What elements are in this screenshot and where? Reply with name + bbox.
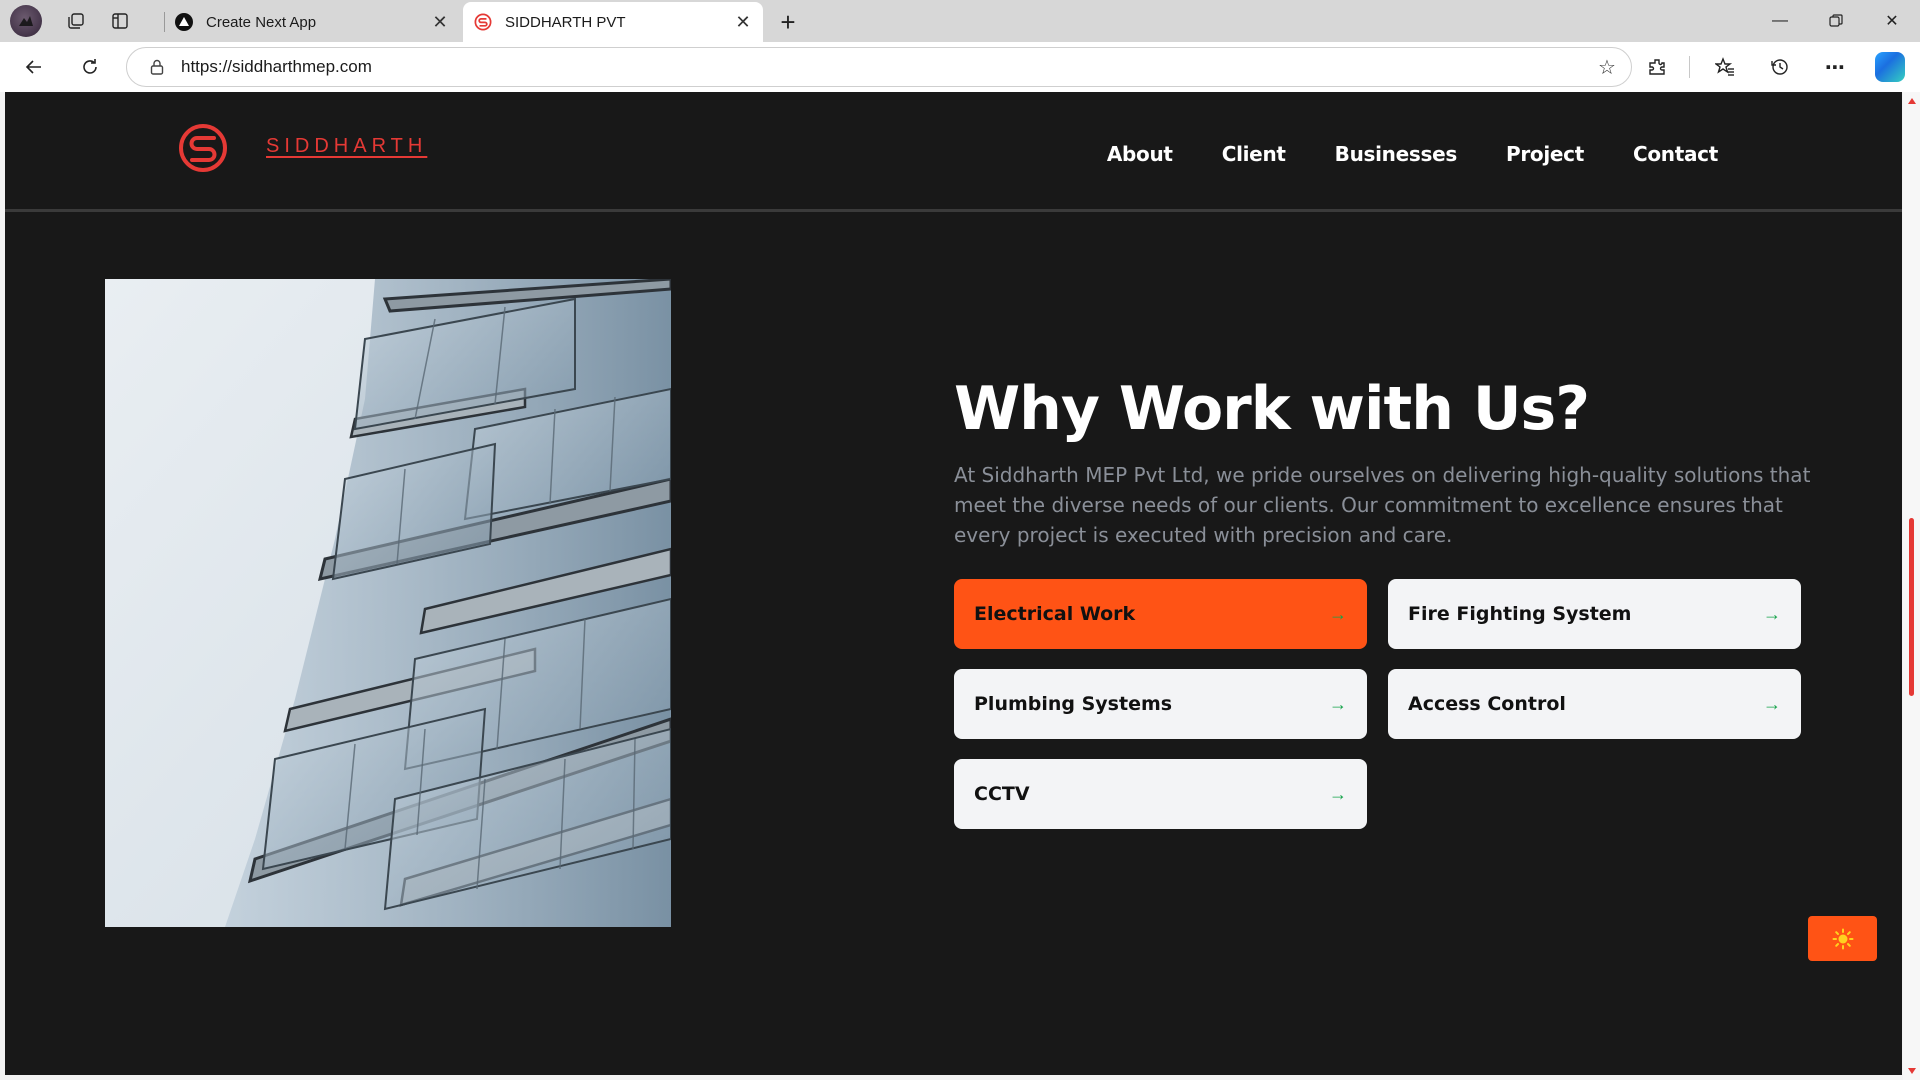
reload-icon[interactable] (70, 47, 110, 87)
close-icon[interactable]: ✕ (426, 8, 454, 36)
arrow-right-icon: → (1329, 783, 1347, 804)
service-card-electrical-work[interactable]: Electrical Work → (954, 579, 1367, 649)
nav-client[interactable]: Client (1222, 142, 1286, 166)
why-work-section: Why Work with Us? At Siddharth MEP Pvt L… (954, 374, 1814, 550)
new-tab-button[interactable]: + (772, 6, 804, 38)
nextjs-icon (174, 12, 194, 32)
service-label: Access Control (1408, 693, 1566, 715)
service-card-plumbing-systems[interactable]: Plumbing Systems → (954, 669, 1367, 739)
page-viewport: SIDDHARTH About Client Businesses Projec… (5, 92, 1902, 1075)
section-description: At Siddharth MEP Pvt Ltd, we pride ourse… (954, 463, 1811, 547)
workspaces-icon[interactable] (56, 1, 96, 41)
address-bar[interactable]: https://siddharthmep.com ☆ (126, 47, 1632, 87)
nav-contact[interactable]: Contact (1633, 142, 1718, 166)
favorites-icon[interactable] (1705, 47, 1745, 87)
scroll-down-arrow-icon[interactable] (1908, 1068, 1916, 1074)
tab-title: SIDDHARTH PVT (505, 13, 626, 31)
back-icon[interactable] (14, 47, 54, 87)
nav-about[interactable]: About (1107, 142, 1173, 166)
tab-title: Create Next App (206, 13, 317, 31)
close-window-icon[interactable]: ✕ (1864, 0, 1920, 42)
service-label: Fire Fighting System (1408, 603, 1632, 625)
service-label: Plumbing Systems (974, 693, 1173, 715)
extensions-icon[interactable] (1637, 47, 1677, 87)
site-header: SIDDHARTH About Client Businesses Projec… (5, 92, 1902, 212)
glass-building-illustration (105, 279, 671, 927)
scrollbar-thumb[interactable] (1909, 518, 1914, 696)
vertical-tabs-icon[interactable] (100, 1, 140, 41)
browser-tabstrip: Create Next App ✕ SIDDHARTH PVT ✕ + — ✕ (0, 0, 1920, 42)
url-text[interactable]: https://siddharthmep.com (181, 57, 1589, 77)
service-card-access-control[interactable]: Access Control → (1388, 669, 1801, 739)
arrow-right-icon: → (1763, 693, 1781, 714)
tab-create-next-app[interactable]: Create Next App ✕ (164, 2, 460, 42)
service-label: CCTV (974, 783, 1030, 805)
history-icon[interactable] (1760, 47, 1800, 87)
profile-avatar[interactable] (10, 5, 42, 37)
profile-icon (19, 16, 33, 26)
service-card-fire-fighting-system[interactable]: Fire Fighting System → (1388, 579, 1801, 649)
more-options-icon[interactable]: ⋯ (1815, 47, 1855, 87)
tab-siddharth[interactable]: SIDDHARTH PVT ✕ (463, 2, 763, 42)
page-scrollbar[interactable] (1903, 92, 1920, 1080)
service-card-cctv[interactable]: CCTV → (954, 759, 1367, 829)
siddharth-logo-icon[interactable] (177, 122, 229, 174)
building-image (105, 279, 671, 927)
arrow-right-icon: → (1763, 603, 1781, 624)
browser-toolbar: https://siddharthmep.com ☆ ⋯ (0, 42, 1920, 92)
favorite-star-icon[interactable]: ☆ (1589, 49, 1625, 85)
nav-project[interactable]: Project (1506, 142, 1584, 166)
restore-icon[interactable] (1808, 0, 1864, 42)
nav-businesses[interactable]: Businesses (1335, 142, 1458, 166)
arrow-right-icon: → (1329, 603, 1347, 624)
close-icon[interactable]: ✕ (729, 8, 757, 36)
copilot-icon[interactable] (1870, 47, 1910, 87)
sun-icon (1832, 928, 1853, 949)
window-controls: — ✕ (1752, 0, 1920, 42)
minimize-icon[interactable]: — (1752, 0, 1808, 42)
siddharth-logo-icon (473, 12, 493, 32)
main-nav: About Client Businesses Project Contact (1058, 142, 1718, 166)
theme-toggle-button[interactable] (1808, 916, 1877, 961)
lock-icon[interactable] (147, 57, 167, 77)
toolbar-divider (1689, 56, 1690, 78)
brand-name-link[interactable]: SIDDHARTH (266, 135, 427, 158)
arrow-right-icon: → (1329, 693, 1347, 714)
service-label: Electrical Work (974, 603, 1136, 625)
section-heading: Why Work with Us? (954, 374, 1590, 444)
scroll-up-arrow-icon[interactable] (1908, 98, 1916, 104)
